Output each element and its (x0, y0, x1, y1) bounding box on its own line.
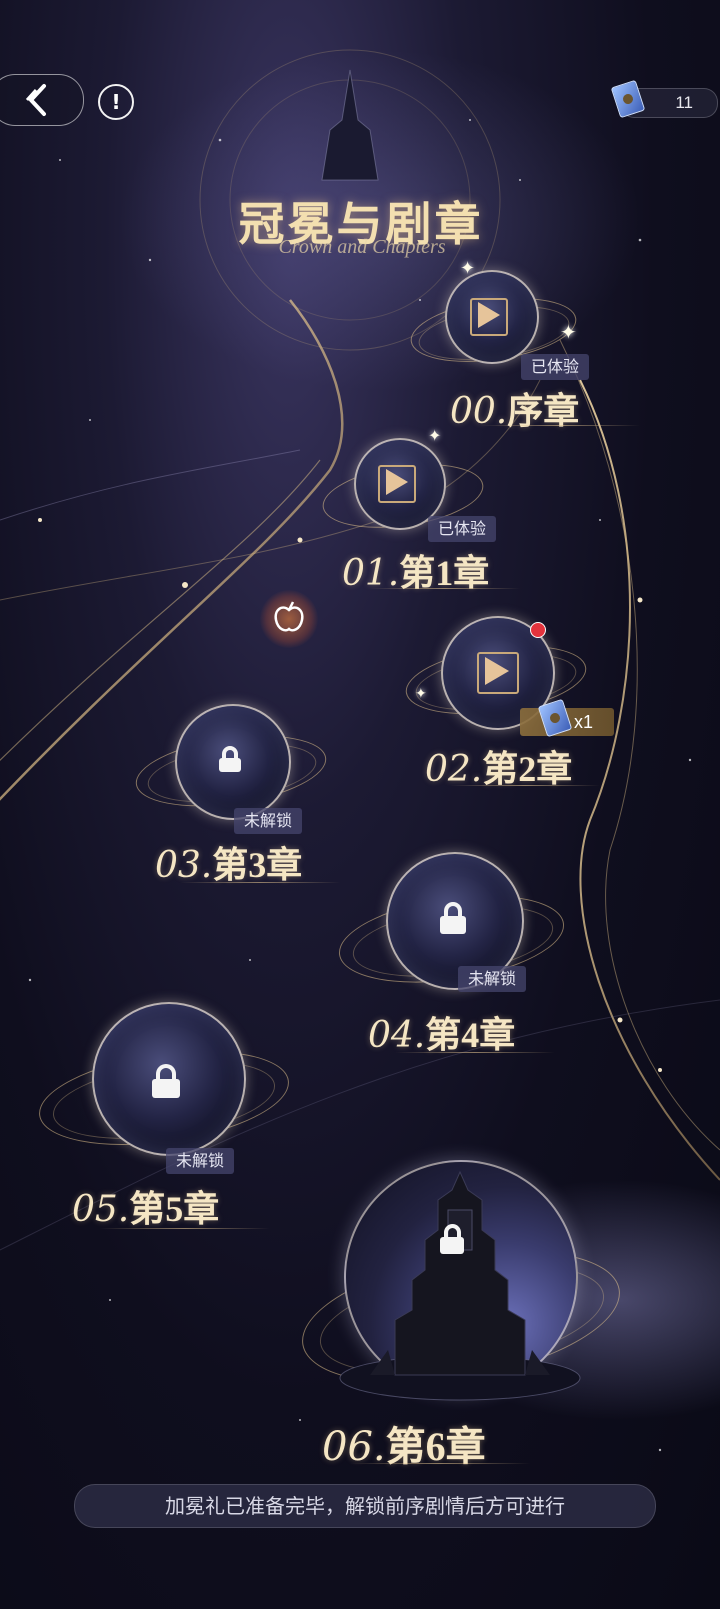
notification-dot (530, 622, 546, 638)
currency-counter[interactable]: 11 (610, 79, 718, 119)
chevron-left-icon (25, 84, 46, 116)
divider (100, 1228, 270, 1229)
chapter-status-tag: 已体验 (428, 516, 497, 542)
chapter-node-04[interactable] (333, 852, 570, 1002)
divider (450, 785, 600, 786)
chapter-label-04[interactable]: 04.第4章 (368, 1006, 515, 1058)
back-button[interactable] (0, 74, 84, 126)
chapter-number: 03. (155, 845, 213, 886)
chapter-status-tag: 未解锁 (234, 808, 303, 834)
divider (350, 1463, 530, 1464)
castle-illustration (339, 1170, 581, 1401)
divider (395, 1052, 555, 1053)
chapter-node-06[interactable] (291, 1160, 631, 1420)
chapter-name: 第1章 (399, 553, 490, 593)
unlock-notice: 加冕礼已准备完毕，解锁前序剧情后方可进行 (74, 1484, 656, 1528)
divider (180, 882, 340, 883)
divider (370, 588, 520, 589)
sparkle-icon: ✦ (428, 426, 442, 445)
chapter-status-tag: 未解锁 (458, 966, 527, 992)
chapter-name: 第5章 (129, 1189, 220, 1229)
chapter-name: 第2章 (482, 749, 573, 789)
currency-value: 11 (675, 93, 693, 112)
divider (480, 425, 640, 426)
sparkle-icon: ✦ (560, 320, 577, 344)
chapter-number: 05. (72, 1189, 130, 1230)
info-icon[interactable]: ! (98, 84, 134, 120)
chapter-status-tag: 未解锁 (166, 1148, 235, 1174)
play-icon (386, 469, 408, 495)
ticket-icon (610, 79, 646, 119)
chapter-node-03[interactable] (131, 700, 331, 820)
page-subtitle: Crown and Chapters (278, 236, 446, 258)
play-icon (478, 302, 500, 328)
chapter-status-tag: 已体验 (521, 354, 590, 380)
reward-badge: x1 (520, 698, 614, 738)
event-apple-button[interactable] (260, 590, 318, 648)
chapter-number: 04. (368, 1015, 426, 1056)
lock-icon (440, 902, 466, 934)
chapter-node-05[interactable] (33, 1002, 295, 1162)
chapter-name: 第4章 (425, 1015, 516, 1055)
chapter-label-03[interactable]: 03.第3章 (155, 836, 302, 888)
chapter-number: 02. (425, 749, 483, 790)
chapter-label-05[interactable]: 05.第5章 (72, 1180, 219, 1232)
apple-icon (274, 601, 304, 632)
sparkle-icon: ✦ (460, 258, 476, 279)
lock-icon (440, 1224, 464, 1254)
reward-count: x1 (574, 712, 594, 732)
lock-icon (219, 746, 241, 772)
sparkle-icon: ✦ (415, 686, 427, 702)
chapter-name: 第3章 (212, 845, 303, 885)
play-icon (485, 657, 509, 685)
lock-icon (152, 1064, 180, 1098)
chapter-label-00[interactable]: 00.序章 (450, 382, 579, 434)
